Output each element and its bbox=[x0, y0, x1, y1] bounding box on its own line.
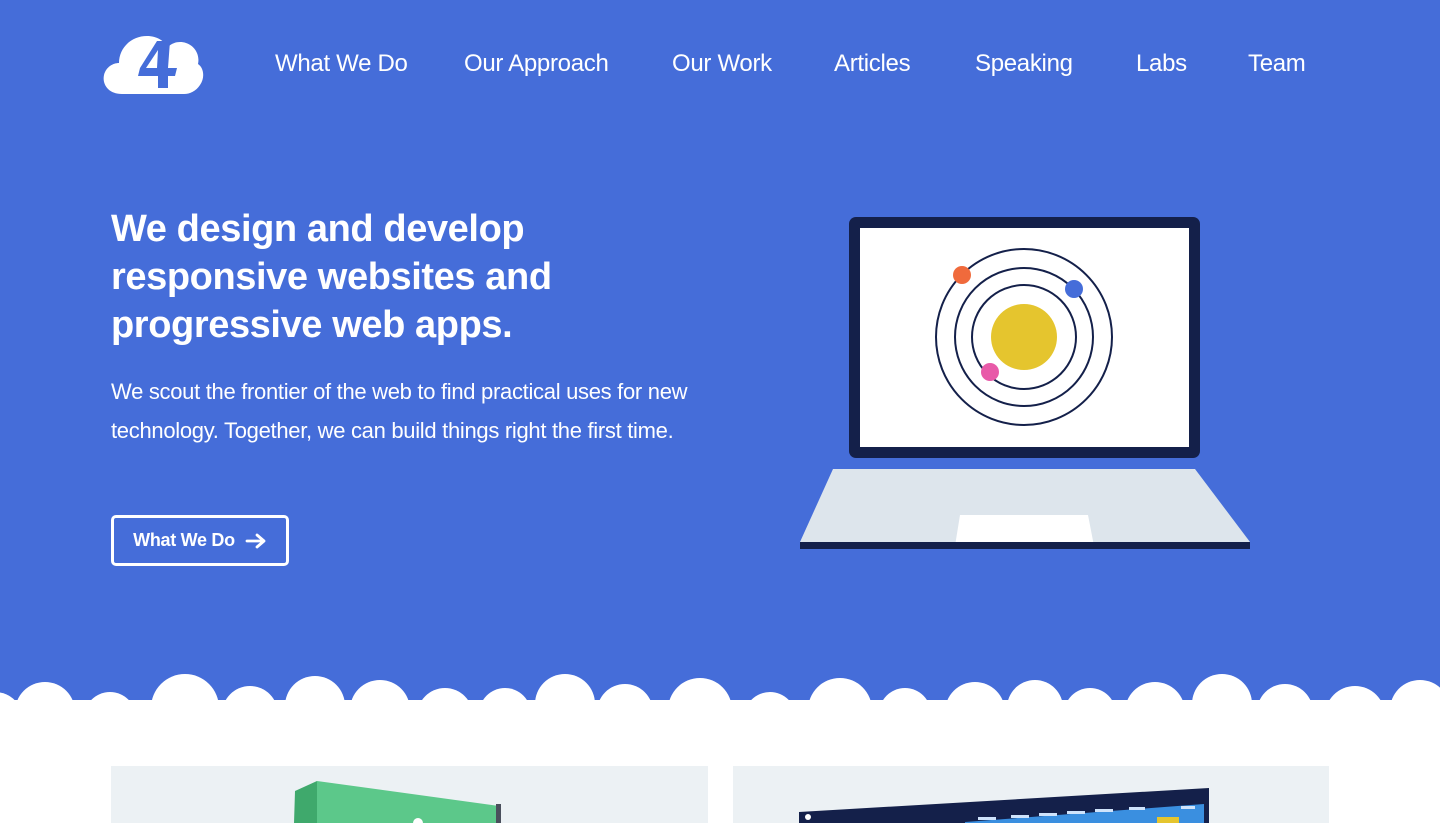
nav-item-our-work[interactable]: Our Work bbox=[672, 46, 772, 82]
nav-item-our-approach[interactable]: Our Approach bbox=[464, 46, 609, 82]
planet-orange bbox=[953, 266, 971, 284]
browser-window-illustration bbox=[799, 788, 1209, 823]
laptop-trackpad bbox=[955, 515, 1094, 546]
what-we-do-button[interactable]: What We Do bbox=[111, 515, 289, 566]
hero-subtext: We scout the frontier of the web to find… bbox=[111, 379, 688, 443]
main-nav: What We Do Our Approach Our Work Article… bbox=[275, 46, 1440, 82]
arrow-right-icon bbox=[245, 533, 266, 548]
project-card-left[interactable] bbox=[111, 766, 708, 823]
nav-item-speaking[interactable]: Speaking bbox=[975, 46, 1073, 82]
nav-item-team[interactable]: Team bbox=[1248, 46, 1306, 82]
site-logo[interactable] bbox=[100, 28, 204, 98]
nav-item-articles[interactable]: Articles bbox=[834, 46, 911, 82]
nav-item-labs[interactable]: Labs bbox=[1136, 46, 1187, 82]
project-card-right[interactable] bbox=[733, 766, 1329, 823]
sun-shape bbox=[991, 304, 1057, 370]
nav-item-what-we-do[interactable]: What We Do bbox=[275, 46, 408, 82]
green-document-illustration bbox=[294, 781, 501, 823]
laptop-front-edge bbox=[800, 542, 1250, 549]
what-we-do-button-label: What We Do bbox=[133, 530, 235, 550]
laptop-illustration bbox=[800, 217, 1250, 549]
planet-pink bbox=[981, 363, 999, 381]
hero-headline: We design and develop responsive website… bbox=[111, 208, 552, 346]
planet-blue bbox=[1065, 280, 1083, 298]
